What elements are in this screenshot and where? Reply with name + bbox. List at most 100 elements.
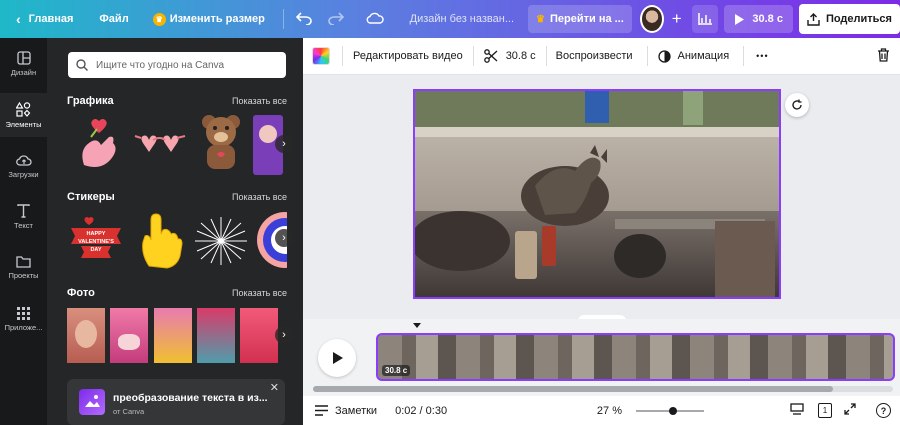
- present-play-button[interactable]: 30.8 с: [724, 5, 793, 33]
- nav-label: Приложе...: [4, 322, 43, 332]
- photo-thumb-2[interactable]: [110, 308, 148, 363]
- animation-label: Анимация: [677, 50, 730, 62]
- nav-item-design[interactable]: Дизайн: [0, 42, 47, 86]
- undo-button[interactable]: [288, 6, 320, 33]
- share-label: Поделиться: [825, 13, 892, 25]
- animation-button[interactable]: Анимация: [657, 49, 730, 63]
- page-view-button[interactable]: [790, 403, 804, 418]
- graphics-title: Графика: [67, 95, 114, 107]
- photo-thumb-1[interactable]: [67, 308, 105, 363]
- photos-next-button[interactable]: ›: [275, 326, 293, 344]
- timeline-scrollbar[interactable]: [313, 386, 893, 392]
- stickers-show-all-link[interactable]: Показать все: [232, 192, 287, 202]
- layout-icon: [16, 51, 31, 65]
- notes-button[interactable]: Заметки: [315, 405, 377, 417]
- zoom-slider[interactable]: [636, 404, 704, 418]
- top-bar: ‹ Главная Файл ♛ Изменить размер Дизайн …: [0, 0, 900, 38]
- photo-thumb-3[interactable]: [154, 308, 192, 363]
- nav-label: Текст: [14, 221, 33, 230]
- file-menu-button[interactable]: Файл: [91, 8, 136, 30]
- nav-item-projects[interactable]: Проекты: [0, 246, 47, 290]
- toolbar-divider: [646, 46, 648, 66]
- help-icon: ?: [880, 405, 887, 416]
- play-icon: [735, 13, 745, 25]
- zoom-slider-thumb[interactable]: [669, 406, 678, 415]
- notes-label: Заметки: [335, 404, 378, 417]
- color-picker-button[interactable]: [312, 47, 330, 65]
- stickers-next-button[interactable]: ›: [275, 229, 293, 247]
- playback-button[interactable]: Воспроизвести: [556, 50, 633, 62]
- resize-button[interactable]: ♛ Изменить размер: [145, 8, 273, 31]
- add-people-button[interactable]: +: [668, 8, 686, 30]
- pages-button[interactable]: 1: [818, 403, 832, 418]
- graphics-show-all-link[interactable]: Показать все: [232, 96, 287, 106]
- bottom-bar: Заметки 0:02 / 0:30 27 % 1 ?: [303, 396, 900, 425]
- refresh-icon: [792, 99, 802, 110]
- trash-icon: [878, 47, 889, 62]
- page-count: 1: [822, 406, 828, 415]
- nav-item-uploads[interactable]: Загрузки: [0, 144, 47, 188]
- video-frame-cat: [415, 91, 779, 297]
- bar-chart-icon: [698, 13, 713, 25]
- sticker-starburst[interactable]: [191, 213, 251, 269]
- apps-icon: [17, 306, 30, 320]
- share-icon: [807, 12, 820, 26]
- expand-icon: [844, 403, 856, 415]
- graphic-heart-glasses[interactable]: [129, 118, 189, 173]
- elements-panel: Ищите что угодно на Canva Графика Показа…: [47, 38, 303, 425]
- cloud-icon: [366, 12, 384, 24]
- graphic-hand-heart[interactable]: [69, 115, 129, 175]
- chevron-left-icon: ‹: [16, 11, 21, 27]
- promo-card[interactable]: преобразование текста в из... от Canva ✕: [67, 379, 285, 425]
- playback-time: 0:02 / 0:30: [395, 404, 448, 417]
- graphic-teddy-bear[interactable]: [195, 112, 247, 174]
- canvas-area: ⌄: [303, 75, 900, 325]
- toolbar-divider: [472, 46, 474, 66]
- search-input[interactable]: Ищите что угодно на Canva: [68, 52, 286, 78]
- help-button[interactable]: ?: [876, 403, 891, 418]
- redo-button[interactable]: [320, 6, 352, 33]
- folder-icon: [16, 256, 31, 268]
- save-status-button[interactable]: [358, 6, 392, 32]
- playhead-marker[interactable]: [413, 323, 421, 328]
- crown-icon: ♛: [152, 12, 166, 26]
- text-to-image-app-icon: [79, 389, 105, 415]
- scissors-icon: [483, 49, 498, 63]
- share-button[interactable]: Поделиться: [798, 4, 900, 34]
- nav-label: Проекты: [8, 271, 39, 280]
- nav-item-text[interactable]: Текст: [0, 195, 47, 239]
- nav-item-apps[interactable]: Приложе...: [0, 297, 47, 341]
- photo-thumb-5[interactable]: [240, 308, 278, 363]
- undo-icon: [295, 11, 312, 26]
- zoom-percent[interactable]: 27 %: [597, 405, 622, 417]
- sticker-valentines[interactable]: HAPPY VALENTINE'S DAY: [67, 216, 125, 266]
- nav-label: Дизайн: [10, 68, 37, 77]
- nav-item-elements[interactable]: Элементы: [0, 93, 47, 137]
- timeline-scroll-thumb[interactable]: [313, 386, 833, 392]
- design-page[interactable]: [413, 89, 781, 299]
- rotate-handle[interactable]: [785, 93, 809, 117]
- insights-button[interactable]: [691, 5, 719, 33]
- delete-button[interactable]: [877, 47, 890, 65]
- search-placeholder: Ищите что угодно на Canva: [96, 59, 225, 71]
- close-icon[interactable]: ✕: [270, 381, 279, 394]
- edit-video-button[interactable]: Редактировать видео: [353, 50, 463, 62]
- editor-toolbar: Редактировать видео 30.8 с Воспроизвести…: [303, 38, 900, 75]
- photo-thumb-4[interactable]: [197, 308, 235, 363]
- more-options-button[interactable]: •••: [756, 51, 768, 61]
- timeline-play-button[interactable]: [318, 339, 356, 377]
- design-title[interactable]: Дизайн без назван...: [410, 13, 514, 25]
- video-clip-track[interactable]: 30.8 с: [376, 333, 895, 381]
- home-button[interactable]: ‹ Главная: [8, 6, 81, 32]
- photos-show-all-link[interactable]: Показать все: [232, 288, 287, 298]
- resize-label: Изменить размер: [169, 13, 265, 25]
- trim-button[interactable]: 30.8 с: [483, 49, 536, 63]
- sticker-hand[interactable]: [135, 210, 185, 270]
- nav-label: Элементы: [5, 119, 42, 129]
- timeline: 30.8 с: [303, 319, 900, 396]
- avatar[interactable]: [639, 5, 664, 33]
- graphics-next-button[interactable]: ›: [275, 135, 293, 153]
- upgrade-button[interactable]: ♛ Перейти на ...: [528, 5, 632, 33]
- fullscreen-button[interactable]: [844, 403, 856, 418]
- redo-icon: [327, 11, 344, 26]
